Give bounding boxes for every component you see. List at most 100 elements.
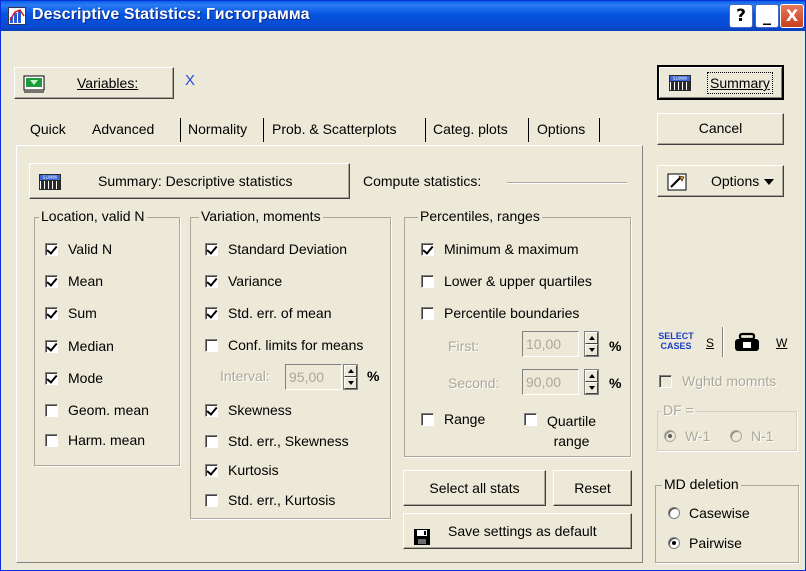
checkbox-box (45, 306, 58, 320)
variation-label-7: Std. err., Kurtosis (228, 492, 336, 508)
variation-checkbox-7[interactable]: Std. err., Kurtosis (205, 492, 335, 508)
checkbox-box (45, 403, 58, 417)
location-label-4: Mode (68, 370, 104, 386)
quartile-range-label: range (553, 433, 590, 449)
location-label-0: Valid N (68, 241, 113, 257)
wghtd-momnts-label: Wghtd momnts (682, 373, 777, 389)
variation-checkbox-4[interactable]: Skewness (205, 402, 292, 418)
interval-spinner[interactable] (343, 364, 358, 390)
checkbox-box (205, 306, 218, 320)
summary-table-icon (669, 75, 691, 91)
checkbox-box (45, 274, 58, 288)
tab-categ-plots[interactable]: Categ. plots (433, 117, 508, 143)
tab-options[interactable]: Options (537, 117, 585, 143)
compute-statistics-label: Compute statistics: (363, 173, 482, 189)
tab-quick[interactable]: Quick (30, 117, 66, 143)
second-percentile-spinner[interactable] (584, 369, 599, 395)
variation-label-3: Conf. limits for means (228, 337, 364, 353)
percentiles-label-0: Minimum & maximum (444, 241, 579, 257)
first-percentile-spinner[interactable] (584, 331, 599, 357)
summary-button[interactable]: Summary (657, 65, 784, 100)
select-cases-button[interactable]: SELECT CASES (657, 331, 695, 357)
df-w1-radio[interactable]: W-1 (664, 428, 710, 444)
select-all-stats-button[interactable]: Select all stats (403, 470, 546, 506)
weight-icon[interactable] (734, 332, 760, 355)
checkbox-box (45, 371, 58, 385)
range-label: Range (444, 411, 486, 427)
minimize-button[interactable]: _ (755, 4, 779, 28)
interval-percent: % (367, 368, 380, 384)
select-cases-top: SELECT (658, 331, 694, 341)
options-button[interactable]: Options (657, 165, 784, 197)
location-checkbox-5[interactable]: Geom. mean (45, 402, 149, 418)
df-group: DF = W-1 N-1 (657, 402, 797, 451)
checkbox-box (421, 306, 434, 320)
checkbox-box (205, 493, 218, 507)
variation-checkbox-1[interactable]: Variance (205, 273, 282, 289)
checkbox-box (205, 403, 218, 417)
quartile-range-checkbox[interactable]: Quartile range (524, 411, 596, 451)
location-checkbox-1[interactable]: Mean (45, 273, 103, 289)
location-label-6: Harm. mean (68, 432, 146, 448)
checkbox-box (205, 338, 218, 352)
checkbox-box (45, 433, 58, 447)
location-checkbox-0[interactable]: Valid N (45, 241, 112, 257)
floppy-disk-icon (414, 523, 430, 557)
weight-w-label[interactable]: W (776, 336, 787, 350)
variation-checkbox-0[interactable]: Standard Deviation (205, 241, 347, 257)
checkbox-box (45, 339, 58, 353)
percentiles-checkbox-2[interactable]: Percentile boundaries (421, 305, 579, 321)
interval-label: Interval: (220, 368, 270, 384)
summary-table-icon (39, 174, 61, 190)
tab-advanced[interactable]: Advanced (92, 117, 154, 143)
location-checkbox-3[interactable]: Median (45, 338, 114, 354)
first-percentile-field[interactable]: 10,00 (522, 331, 579, 357)
window-title: Descriptive Statistics: Гистограмма (32, 6, 310, 23)
location-group-title: Location, valid N (39, 208, 147, 224)
variation-checkbox-5[interactable]: Std. err., Skewness (205, 433, 349, 449)
percentiles-checkbox-1[interactable]: Lower & upper quartiles (421, 273, 592, 289)
percentiles-checkbox-0[interactable]: Minimum & maximum (421, 241, 579, 257)
location-label-5: Geom. mean (68, 402, 149, 418)
cancel-button[interactable]: Cancel (657, 113, 784, 145)
wand-icon (667, 172, 687, 200)
summary-descriptive-button[interactable]: Summary: Descriptive statistics (29, 163, 350, 199)
variables-value: X (185, 72, 196, 89)
checkbox-box (205, 434, 218, 448)
close-button[interactable]: X (780, 4, 804, 28)
help-button[interactable]: ? (729, 4, 753, 28)
location-checkbox-2[interactable]: Sum (45, 305, 97, 321)
percentiles-group-title: Percentiles, ranges (418, 208, 542, 224)
interval-field[interactable]: 95,00 (285, 364, 342, 390)
variation-checkbox-2[interactable]: Std. err. of mean (205, 305, 332, 321)
options-label: Options (711, 173, 760, 189)
variation-label-2: Std. err. of mean (228, 305, 332, 321)
variation-checkbox-6[interactable]: Kurtosis (205, 462, 279, 478)
casewise-radio[interactable]: Casewise (668, 505, 750, 521)
range-checkbox[interactable]: Range (421, 411, 485, 427)
df-n1-radio[interactable]: N-1 (730, 428, 774, 444)
md-deletion-group: MD deletion Casewise Pairwise (655, 476, 799, 563)
location-checkbox-6[interactable]: Harm. mean (45, 432, 145, 448)
save-settings-default-button[interactable]: Save settings as default (403, 513, 632, 549)
reset-button[interactable]: Reset (553, 470, 632, 506)
second-label: Second: (448, 375, 500, 391)
first-percent: % (609, 338, 622, 354)
second-percentile-field[interactable]: 90,00 (522, 369, 579, 395)
checkbox-box (205, 274, 218, 288)
location-label-1: Mean (68, 273, 104, 289)
summary-desc-label: Summary: Descriptive statistics (98, 173, 293, 189)
wghtd-momnts-checkbox[interactable]: Wghtd momnts (659, 373, 776, 389)
variation-checkbox-3[interactable]: Conf. limits for means (205, 337, 363, 353)
select-cases-bottom: CASES (660, 341, 692, 351)
pairwise-radio[interactable]: Pairwise (668, 535, 742, 551)
tab-prob-scatterplots[interactable]: Prob. & Scatterplots (272, 117, 397, 143)
tab-normality[interactable]: Normality (188, 117, 247, 143)
second-percent: % (609, 375, 622, 391)
variables-button[interactable]: Variables: (14, 67, 174, 99)
select-cases-s-label[interactable]: S (706, 336, 714, 350)
checkbox-box (659, 374, 672, 388)
location-label-3: Median (68, 338, 114, 354)
location-checkbox-4[interactable]: Mode (45, 370, 103, 386)
title-bar: Descriptive Statistics: Гистограмма ? _ … (1, 1, 805, 31)
